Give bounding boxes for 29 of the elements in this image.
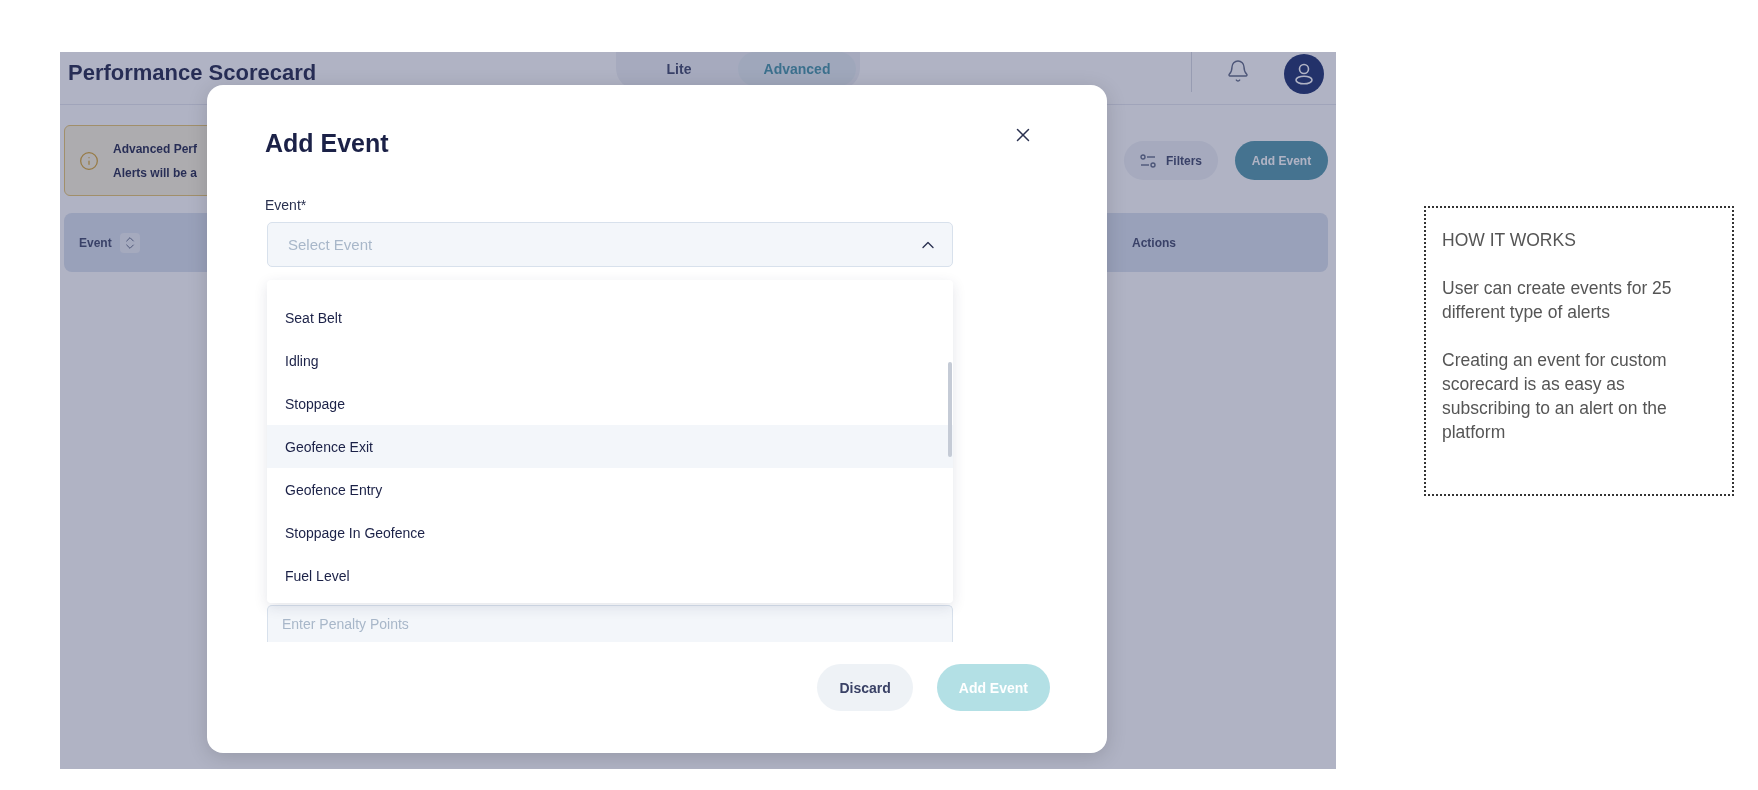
page-title: Performance Scorecard bbox=[68, 60, 318, 86]
scrollbar[interactable] bbox=[948, 362, 952, 457]
filter-icon bbox=[1140, 153, 1156, 168]
dropdown-option[interactable]: Geofence Entry bbox=[267, 468, 953, 511]
column-header: Event bbox=[79, 235, 112, 250]
dropdown-option[interactable]: Seat Belt bbox=[267, 296, 953, 339]
select-input[interactable]: Select Event bbox=[286, 235, 918, 254]
sort-icon[interactable] bbox=[119, 232, 140, 253]
info-icon bbox=[79, 150, 99, 171]
avatar-icon[interactable] bbox=[1284, 54, 1324, 94]
dropdown-option[interactable]: Geofence Exit bbox=[267, 425, 953, 468]
dropdown-option[interactable]: Fuel Level bbox=[267, 554, 953, 597]
dropdown-option[interactable]: Idling bbox=[267, 339, 953, 382]
note-title: HOW IT WORKS bbox=[1442, 229, 1577, 252]
note-text: User can create events for 25 different type of alerts bbox=[1442, 277, 1673, 324]
banner-text: Advanced Perf bbox=[113, 141, 198, 156]
bell-icon[interactable] bbox=[1226, 59, 1250, 83]
dropdown-option[interactable]: Stoppage bbox=[267, 382, 953, 425]
dropdown-option[interactable]: Stoppage In Geofence bbox=[267, 511, 953, 554]
event-select[interactable]: Select Event bbox=[267, 222, 953, 267]
dialog-title: Add Event bbox=[265, 128, 389, 158]
filters-button[interactable]: Filters bbox=[1124, 141, 1218, 180]
column-header: Actions bbox=[1132, 235, 1176, 250]
banner-text: Alerts will be a bbox=[113, 165, 198, 180]
penalty-field[interactable]: Enter Penalty Points bbox=[267, 605, 953, 642]
note-text: Creating an event for custom scorecard is as easy as subscribing to an alert on the platform bbox=[1442, 349, 1668, 444]
field-label: Event* bbox=[265, 197, 308, 213]
discard-button[interactable]: Discard bbox=[817, 664, 913, 711]
mode-tab[interactable]: Lite bbox=[620, 52, 738, 86]
